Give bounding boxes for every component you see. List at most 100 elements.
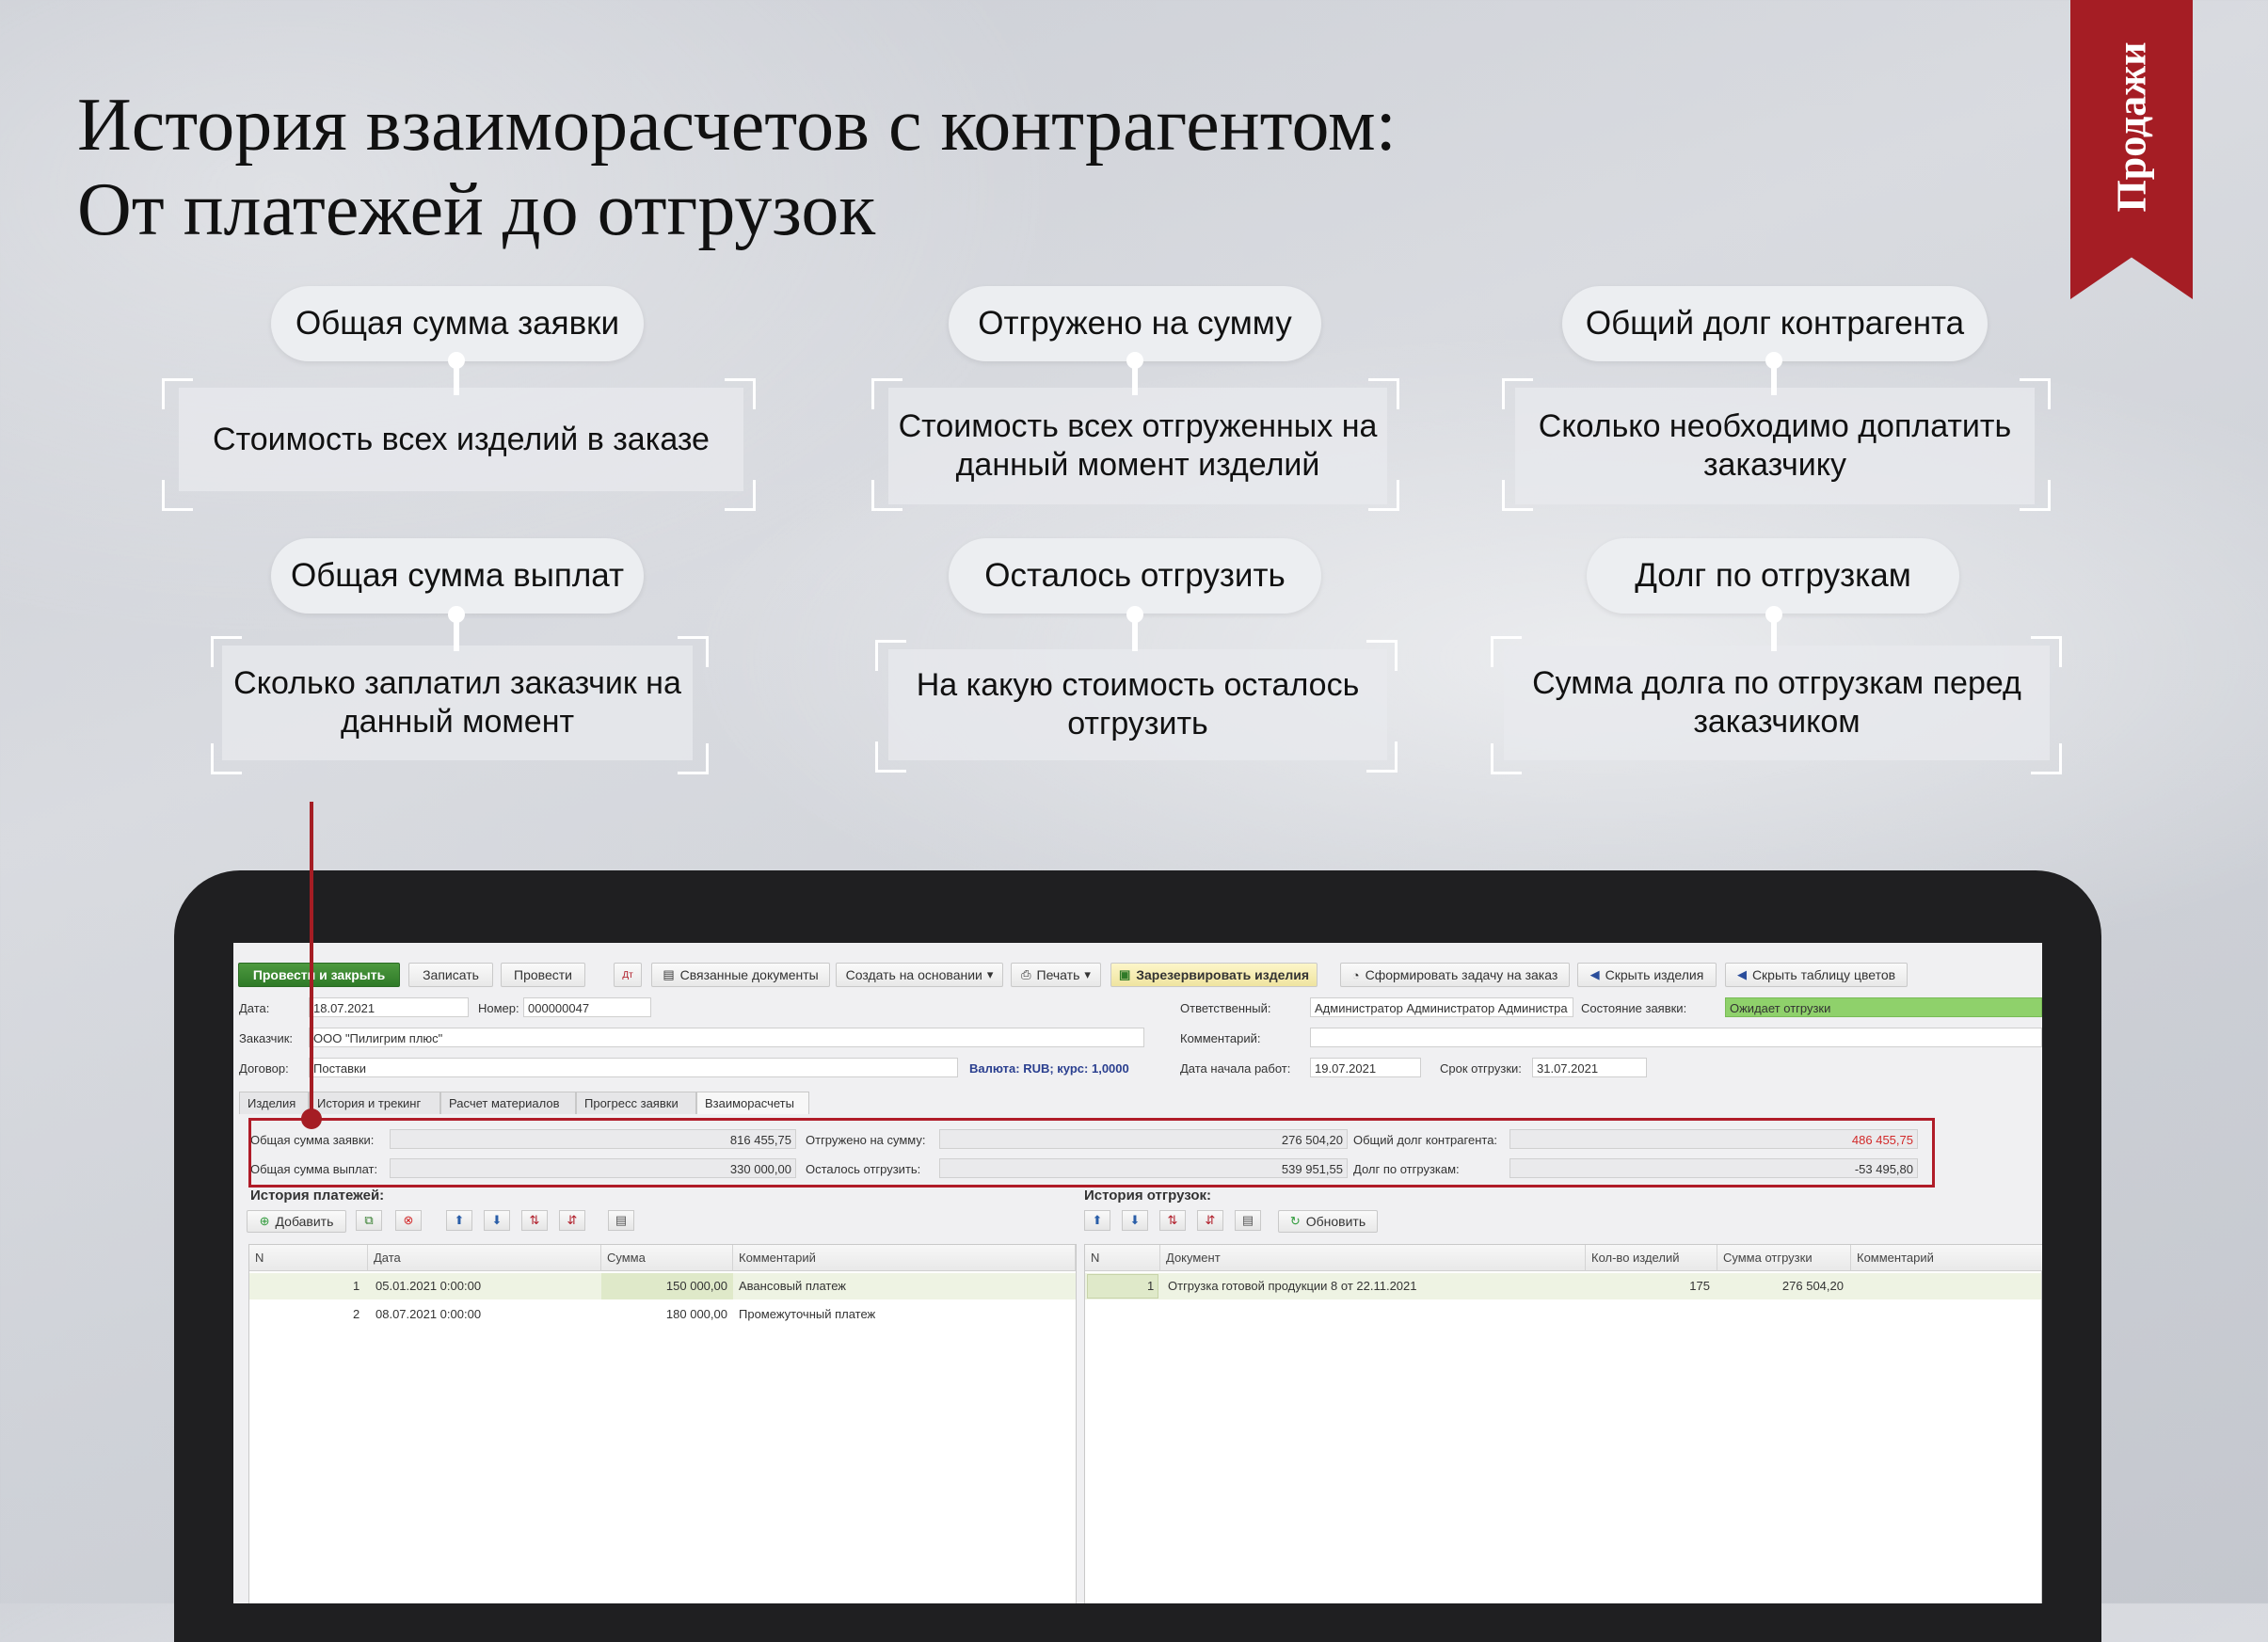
arrow-down-icon: ⬇: [1129, 1213, 1141, 1227]
callout-title-total: Общая сумма заявки: [271, 286, 644, 361]
ship-date-field[interactable]: 31.07.2021: [1532, 1058, 1647, 1077]
number-label: Номер:: [478, 1001, 519, 1015]
responsible-field[interactable]: Администратор Администратор Администра: [1310, 997, 1573, 1017]
printer-icon: ⎙: [1021, 967, 1031, 981]
table-row[interactable]: 2 08.07.2021 0:00:00 180 000,00 Промежут…: [249, 1301, 1076, 1328]
shipments-grid: N Документ Кол-во изделий Сумма отгрузки…: [1084, 1244, 2042, 1603]
callout-title-shipped: Отгружено на сумму: [949, 286, 1321, 361]
add-payment-button[interactable]: ⊕ Добавить: [247, 1210, 346, 1233]
arrow-down-icon: ⬇: [491, 1213, 503, 1227]
form-task-button[interactable]: ◔ Сформировать задачу на заказ: [1340, 963, 1570, 987]
sort-desc-icon: ⇵: [567, 1213, 578, 1227]
sort-asc-icon: ⇅: [529, 1213, 540, 1227]
callout-desc-remaining: На какую стоимость осталось отгрузить: [888, 649, 1387, 760]
delete-button[interactable]: ⊗: [395, 1210, 422, 1231]
move-up-button[interactable]: ⬆: [446, 1210, 472, 1231]
triangle-left-icon: ◀: [1736, 967, 1747, 981]
section-ribbon: Продажи: [2070, 0, 2193, 299]
copy-icon: ⧉: [364, 1213, 374, 1227]
app-screen: Провести и закрыть Записать Провести Дт …: [233, 943, 2042, 1603]
col-header-qty[interactable]: Кол-во изделий: [1586, 1245, 1717, 1271]
callout-desc-total: Стоимость всех изделий в заказе: [179, 388, 743, 491]
date-field[interactable]: 18.07.2021: [309, 997, 469, 1017]
date-label: Дата:: [239, 1001, 270, 1015]
ship-date-label: Срок отгрузки:: [1440, 1061, 1522, 1076]
tab-materials[interactable]: Расчет материалов: [440, 1092, 576, 1114]
payments-title: История платежей:: [250, 1188, 385, 1204]
col-header-n[interactable]: N: [249, 1245, 368, 1271]
export-icon: ▤: [1241, 1213, 1254, 1227]
tab-items[interactable]: Изделия: [239, 1092, 309, 1114]
ship-move-down-button[interactable]: ⬇: [1122, 1210, 1148, 1231]
delete-icon: ⊗: [403, 1213, 414, 1227]
document-icon: ▤: [663, 967, 675, 981]
sort-desc-icon: ⇵: [1205, 1213, 1216, 1227]
connector-dot: [301, 1108, 322, 1129]
summary-highlight-box: [248, 1118, 1935, 1188]
title-line-2: От платежей до отгрузок: [77, 168, 876, 251]
export-button[interactable]: ▤: [608, 1210, 634, 1231]
hide-colors-button[interactable]: ◀ Скрыть таблицу цветов: [1725, 963, 1908, 987]
sort-asc-button[interactable]: ⇅: [521, 1210, 548, 1231]
callout-desc-paid: Сколько заплатил заказчик на данный моме…: [222, 646, 693, 760]
status-field[interactable]: Ожидает отгрузки: [1725, 997, 2042, 1017]
callout-title-paid: Общая сумма выплат: [271, 538, 644, 614]
connector-line: [310, 802, 313, 1122]
col-header-sum[interactable]: Сумма: [601, 1245, 733, 1271]
callout-title-remaining: Осталось отгрузить: [949, 538, 1321, 614]
reserve-button[interactable]: ▣ Зарезервировать изделия: [1110, 963, 1318, 987]
start-date-field[interactable]: 19.07.2021: [1310, 1058, 1421, 1077]
linked-docs-button[interactable]: ▤ Связанные документы: [651, 963, 830, 987]
sort-asc-icon: ⇅: [1167, 1213, 1178, 1227]
create-based-button[interactable]: Создать на основании ▾: [836, 963, 1003, 987]
customer-label: Заказчик:: [239, 1031, 294, 1045]
table-row[interactable]: 1 Отгрузка готовой продукции 8 от 22.11.…: [1085, 1273, 2041, 1299]
table-row[interactable]: 1 05.01.2021 0:00:00 150 000,00 Авансовы…: [249, 1273, 1076, 1299]
col-header-date[interactable]: Дата: [368, 1245, 601, 1271]
callout-desc-debt: Сколько необходимо доплатить заказчику: [1515, 388, 2035, 504]
move-down-button[interactable]: ⬇: [484, 1210, 510, 1231]
number-field[interactable]: 000000047: [523, 997, 651, 1017]
responsible-label: Ответственный:: [1180, 1001, 1271, 1015]
tab-settlements[interactable]: Взаиморасчеты: [696, 1092, 809, 1114]
sort-desc-button[interactable]: ⇵: [559, 1210, 585, 1231]
triangle-left-icon: ◀: [1589, 967, 1600, 981]
start-date-label: Дата начала работ:: [1180, 1061, 1291, 1076]
dt-kt-icon: Дт: [622, 969, 633, 980]
ship-move-up-button[interactable]: ⬆: [1084, 1210, 1110, 1231]
post-close-button[interactable]: Провести и закрыть: [238, 963, 400, 987]
hide-items-button[interactable]: ◀ Скрыть изделия: [1577, 963, 1717, 987]
ship-sort-asc-button[interactable]: ⇅: [1159, 1210, 1186, 1231]
col-header-document[interactable]: Документ: [1160, 1245, 1586, 1271]
comment-field[interactable]: [1310, 1028, 2042, 1047]
customer-field[interactable]: ООО "Пилигрим плюс": [309, 1028, 1144, 1047]
ship-export-button[interactable]: ▤: [1235, 1210, 1261, 1231]
dropdown-icon: ▾: [986, 967, 994, 981]
save-button[interactable]: Записать: [408, 963, 493, 987]
arrow-up-icon: ⬆: [454, 1213, 465, 1227]
ship-sort-desc-button[interactable]: ⇵: [1197, 1210, 1223, 1231]
print-button[interactable]: ⎙ Печать ▾: [1011, 963, 1101, 987]
col-header-ship-sum[interactable]: Сумма отгрузки: [1717, 1245, 1851, 1271]
post-button[interactable]: Провести: [501, 963, 585, 987]
status-label: Состояние заявки:: [1581, 1001, 1687, 1015]
copy-button[interactable]: ⧉: [356, 1210, 382, 1231]
contract-field[interactable]: Поставки: [309, 1058, 958, 1077]
dt-kt-button[interactable]: Дт: [614, 963, 642, 987]
callout-title-debt: Общий долг контрагента: [1562, 286, 1988, 361]
refresh-button[interactable]: ↻ Обновить: [1278, 1210, 1378, 1233]
tab-progress[interactable]: Прогресс заявки: [576, 1092, 696, 1114]
col-header-n[interactable]: N: [1085, 1245, 1160, 1271]
plus-circle-icon: ⊕: [259, 1214, 270, 1228]
page-title: История взаиморасчетов с контрагентом: О…: [77, 83, 1397, 252]
arrow-up-icon: ⬆: [1092, 1213, 1103, 1227]
col-header-comment[interactable]: Комментарий: [733, 1245, 1076, 1271]
currency-text: Валюта: RUB; курс: 1,0000: [969, 1061, 1129, 1076]
clock-icon: ◔: [1351, 967, 1360, 982]
dropdown-icon: ▾: [1084, 967, 1091, 981]
shipments-title: История отгрузок:: [1084, 1188, 1211, 1204]
tab-history[interactable]: История и трекинг: [309, 1092, 440, 1114]
refresh-icon: ↻: [1289, 1214, 1301, 1228]
col-header-ship-comment[interactable]: Комментарий: [1851, 1245, 2042, 1271]
contract-label: Договор:: [239, 1061, 289, 1076]
